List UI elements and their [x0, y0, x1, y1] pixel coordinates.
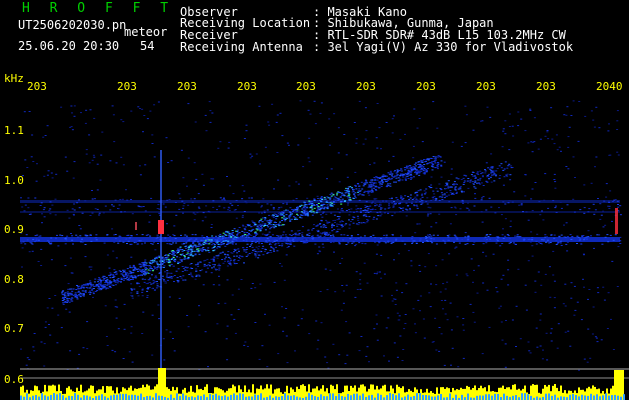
edge-hotspot	[615, 208, 618, 234]
carrier-band	[20, 211, 620, 213]
x-tick: 203	[536, 80, 556, 93]
y-tick-0-6: 0.6	[4, 373, 24, 386]
noise-field	[20, 100, 620, 371]
x-tick: 203	[296, 80, 316, 93]
y-tick-1-0: 1.0	[4, 174, 24, 187]
mode-label: meteor	[124, 25, 168, 39]
antenna-label: Receiving Antenna	[180, 40, 303, 54]
spike-hotspot	[158, 220, 164, 234]
meteor-trace-faint	[130, 161, 513, 297]
y-axis-unit: kHz	[4, 72, 24, 85]
spectrogram	[20, 100, 629, 400]
y-tick-0-8: 0.8	[4, 273, 24, 286]
filename: UT2506202030.pn	[18, 18, 127, 32]
x-tick: 203	[27, 80, 47, 93]
x-tick: 203	[117, 80, 137, 93]
x-tick: 203	[356, 80, 376, 93]
minor-hotspot	[135, 222, 137, 230]
x-tick: 203	[177, 80, 197, 93]
y-tick-1-1: 1.1	[4, 124, 24, 137]
x-tick: 2040	[596, 80, 623, 93]
y-tick-0-9: 0.9	[4, 223, 24, 236]
x-tick: 203	[237, 80, 257, 93]
x-tick: 203	[416, 80, 436, 93]
detection-count: 54	[140, 39, 155, 53]
app-title: H R O F F T	[22, 1, 175, 16]
x-tick: 203	[476, 80, 496, 93]
hrofft-screen: H R O F F T UT2506202030.pn meteor 25.06…	[0, 0, 629, 400]
vertical-spike	[160, 150, 162, 370]
meteor-trace	[61, 155, 443, 305]
antenna-value: : 3el Yagi(V) Az 330 for Vladivostok	[313, 40, 574, 54]
y-tick-0-7: 0.7	[4, 322, 24, 335]
band-speckle	[20, 197, 622, 216]
datetime: 25.06.20 20:30	[18, 39, 120, 53]
